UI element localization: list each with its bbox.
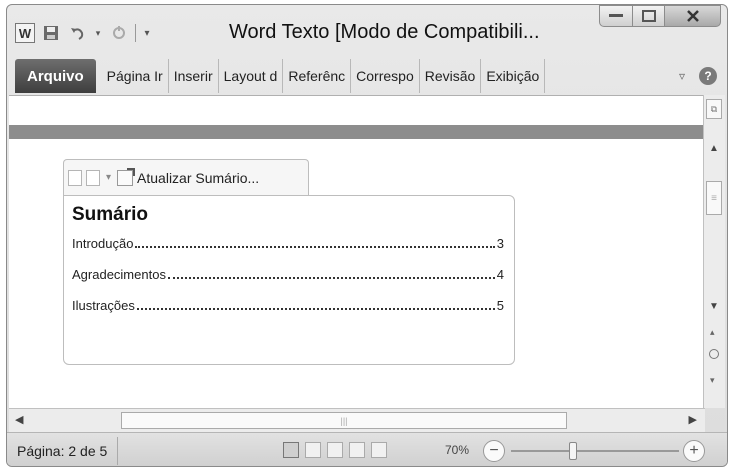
toc-dot-leader	[167, 269, 495, 279]
toc-entry[interactable]: Ilustrações 5	[72, 298, 504, 313]
chevron-down-icon[interactable]: ▿	[679, 69, 685, 83]
toc-heading: Sumário	[72, 204, 149, 225]
scroll-down-arrow[interactable]: ▼	[709, 301, 719, 312]
ruler-area	[9, 95, 705, 125]
tab-pagina-inicial[interactable]: Página Ir	[102, 59, 169, 93]
status-bar: Página: 2 de 5 70% − +	[7, 432, 727, 466]
tab-inserir[interactable]: Inserir	[169, 59, 219, 93]
scroll-up-arrow[interactable]: ▲	[709, 143, 719, 154]
toc-dot-leader	[136, 300, 495, 310]
horizontal-ruler[interactable]	[9, 125, 705, 139]
document-area[interactable]: ▾ Atualizar Sumário... Sumário Introduçã…	[9, 139, 705, 408]
full-screen-reading-view-icon[interactable]	[305, 442, 321, 458]
zoom-slider-thumb[interactable]	[569, 442, 577, 460]
toc-menu-icon[interactable]	[86, 169, 100, 186]
horizontal-scroll-thumb[interactable]: |||	[121, 412, 567, 429]
zoom-level[interactable]: 70%	[445, 443, 469, 457]
tab-correspondencias[interactable]: Correspo	[351, 59, 420, 93]
toc-entry[interactable]: Introdução 3	[72, 236, 504, 251]
ribbon-tabs: Arquivo Página Ir Inserir Layout d Refer…	[7, 57, 727, 95]
zoom-slider-track[interactable]	[511, 450, 679, 452]
scroll-left-arrow[interactable]: ◀	[15, 413, 23, 426]
horizontal-scrollbar[interactable]: ◀ ||| ▶	[9, 408, 705, 432]
table-of-contents[interactable]: Sumário Introdução 3 Agradecimentos 4 Il…	[63, 195, 515, 365]
title-bar: W ▾ ▾ Word Texto [Modo de Compatibili...	[7, 5, 727, 57]
tab-layout[interactable]: Layout d	[219, 59, 284, 93]
tab-revisao[interactable]: Revisão	[420, 59, 482, 93]
zoom-out-button[interactable]: −	[483, 440, 505, 462]
toc-entry-page: 3	[496, 236, 504, 251]
update-toc-button[interactable]: Atualizar Sumário...	[137, 170, 259, 186]
tab-arquivo[interactable]: Arquivo	[15, 59, 96, 93]
customize-qat-icon[interactable]: ▾	[142, 23, 152, 43]
vertical-scrollbar[interactable]: ⧉ ▲ ≡ ▼ ▴ ▾	[703, 95, 725, 408]
window-title: Word Texto [Modo de Compatibili...	[229, 21, 540, 43]
vertical-scroll-thumb[interactable]: ≡	[706, 181, 722, 215]
maximize-button[interactable]	[633, 5, 665, 27]
draft-view-icon[interactable]	[371, 442, 387, 458]
toc-control-tab: ▾ Atualizar Sumário...	[63, 159, 309, 195]
next-page-icon[interactable]: ▾	[710, 375, 715, 386]
toc-entry-label: Ilustrações	[72, 298, 135, 313]
web-layout-view-icon[interactable]	[327, 442, 343, 458]
browse-object-icon[interactable]	[709, 349, 719, 359]
window-controls	[599, 5, 721, 27]
help-icon[interactable]: ?	[699, 67, 717, 85]
word-app-icon[interactable]: W	[15, 23, 35, 43]
minimize-button[interactable]	[599, 5, 633, 27]
toc-entry[interactable]: Agradecimentos 4	[72, 267, 504, 282]
toc-entry-page: 4	[496, 267, 504, 282]
outline-view-icon[interactable]	[349, 442, 365, 458]
scroll-right-arrow[interactable]: ▶	[689, 413, 697, 426]
undo-icon[interactable]	[67, 23, 87, 43]
previous-page-icon[interactable]: ▴	[710, 327, 715, 338]
toolbar-separator	[135, 24, 136, 42]
zoom-in-button[interactable]: +	[683, 440, 705, 462]
tab-exibicao[interactable]: Exibição	[481, 59, 546, 93]
view-ruler-icon[interactable]: ⧉	[706, 99, 722, 119]
ribbon-extra: ▿ ?	[679, 67, 727, 85]
close-button[interactable]	[665, 5, 721, 27]
quick-access-toolbar: W ▾ ▾	[15, 23, 152, 43]
view-buttons	[283, 442, 387, 458]
word-window: W ▾ ▾ Word Texto [Modo de Compatibili...	[6, 4, 728, 467]
save-icon[interactable]	[41, 23, 61, 43]
toc-entry-label: Introdução	[72, 236, 134, 251]
undo-dropdown-icon[interactable]: ▾	[93, 23, 103, 43]
tab-referencias[interactable]: Referênc	[283, 59, 352, 93]
toc-dot-leader	[135, 238, 495, 248]
page-number-indicator[interactable]: Página: 2 de 5	[11, 437, 119, 465]
redo-icon[interactable]	[109, 23, 129, 43]
toc-handle-icon[interactable]	[68, 169, 82, 186]
toc-entry-page: 5	[496, 298, 504, 313]
toc-entry-label: Agradecimentos	[72, 267, 166, 282]
update-toc-icon	[117, 167, 136, 186]
chevron-down-icon[interactable]: ▾	[106, 172, 111, 183]
print-layout-view-icon[interactable]	[283, 442, 299, 458]
